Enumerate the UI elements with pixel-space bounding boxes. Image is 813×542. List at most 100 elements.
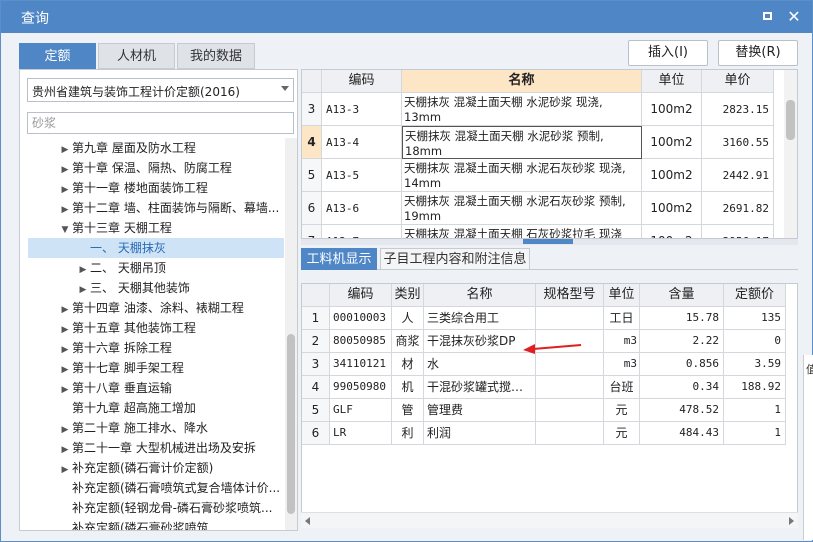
resource-grid-hscrollbar[interactable] [301,512,798,528]
expand-toggle-icon[interactable]: ▶ [58,180,72,200]
tree-item[interactable]: ▶ 补充定额(磷石膏计价定额) [28,458,284,478]
expand-toggle-icon[interactable]: ▶ [58,300,72,320]
expand-toggle-icon[interactable]: ▶ [76,280,90,300]
resource-unit-cell: 元 [604,399,640,422]
table-row[interactable]: 5 GLF 管管理费 元 478.52 1 [302,399,786,422]
expand-toggle-icon[interactable]: ▶ [58,380,72,400]
tree-item[interactable]: ▶ 第十二章 墙、柱面装饰与隔断、幕墙... [28,198,284,218]
tree-item[interactable]: ▶ 第十七章 脚手架工程 [28,358,284,378]
search-input[interactable] [27,112,294,134]
column-header[interactable]: 单位 [642,70,702,93]
table-row[interactable]: 5 A13-5 天棚抹灰 混凝土面天棚 水泥石灰砂浆 现浇, 14mm 100m2 24… [302,159,774,192]
row-index-header[interactable] [302,284,330,307]
quota-library-select[interactable]: 贵州省建筑与装饰工程计价定额(2016) [27,78,294,102]
tree-item[interactable]: ▶ 第九章 屋面及防水工程 [28,138,284,158]
quota-unit-cell: 100m2 [642,192,702,225]
insert-button[interactable]: 插入(I) [628,40,708,66]
quota-idx-cell: 4 [302,126,322,159]
expand-toggle-icon[interactable]: ▶ [58,340,72,360]
scroll-thumb[interactable] [786,100,795,140]
table-row[interactable]: 6 LR 利利润 元 484.43 1 [302,422,786,445]
splitter-grip[interactable] [523,239,573,244]
close-button[interactable]: ✕ [785,8,803,26]
tree-item[interactable]: ▶ 三、 天棚其他装饰 [28,278,284,298]
tree-item-label: 补充定额(磷石膏计价定额) [72,461,214,475]
tree-item[interactable]: ▶ 第十四章 油漆、涂料、裱糊工程 [28,298,284,318]
expand-toggle-icon[interactable]: ▶ [58,420,72,440]
tree-item[interactable]: ▶ 二、 天棚吊顶 [28,258,284,278]
table-row[interactable]: 3 34110121 材水 m3 0.856 3.59 [302,353,786,376]
column-header[interactable]: 含量 [640,284,724,307]
quota-unit-cell: 100m2 [642,93,702,126]
tree-item[interactable]: ▼ 第十三章 天棚工程 [28,218,284,238]
tree-item[interactable]: ▶ 第二十一章 大型机械进出场及安拆 [28,438,284,458]
title-bar[interactable]: 查询 ✕ [1,1,812,33]
column-header[interactable]: 定额价 [724,284,786,307]
expand-toggle-icon[interactable]: ▼ [58,220,72,240]
table-row[interactable]: 3 A13-3 天棚抹灰 混凝土面天棚 水泥砂浆 现浇, 13mm 100m2 2823… [302,93,774,126]
resource-name-cell: 三类综合用工 [424,307,536,330]
tree-item[interactable]: 补充定额(磷石膏喷筑式复合墙体计价... [28,478,284,498]
quota-name-cell: 天棚抹灰 混凝土面天棚 水泥石灰砂浆 现浇, 14mm [402,159,642,192]
expand-toggle-icon[interactable]: ▶ [58,460,72,480]
row-index-header[interactable] [302,70,322,93]
column-header[interactable]: 单价 [702,70,774,93]
expand-toggle-icon[interactable]: ▶ [58,200,72,220]
tree-item[interactable]: 第十九章 超高施工增加 [28,398,284,418]
table-row[interactable]: 4 A13-4 天棚抹灰 混凝土面天棚 水泥砂浆 预制, 18mm 100m2 3160… [302,126,774,159]
close-icon: ✕ [787,7,801,26]
tab-resource-display[interactable]: 工料机显示 [301,248,377,270]
tab-resources[interactable]: 人材机 [98,43,175,69]
tree-item[interactable]: ▶ 第十章 保温、隔热、防腐工程 [28,158,284,178]
table-row[interactable]: 6 A13-6 天棚抹灰 混凝土面天棚 水泥石灰砂浆 预制, 19mm 100m2 26… [302,192,774,225]
tab-work-content[interactable]: 子目工程内容和附注信息 [380,248,530,270]
tab-my-data[interactable]: 我的数据 [177,43,255,69]
resource-name-cell: 干混砂浆罐式搅… [424,376,536,399]
tree-item[interactable]: 一、 天棚抹灰 [28,238,284,258]
maximize-button[interactable] [758,8,776,26]
column-header[interactable]: 类别 [392,284,424,307]
scroll-right-icon[interactable] [789,517,794,525]
tree-item[interactable]: 补充定额(轻钢龙骨-磷石膏砂浆喷筑... [28,498,284,518]
tree-item-label: 第十章 保温、隔热、防腐工程 [72,161,232,175]
column-header[interactable]: 单位 [604,284,640,307]
expand-toggle-icon[interactable]: ▶ [58,440,72,460]
tree-item[interactable]: ▶ 第十一章 楼地面装饰工程 [28,178,284,198]
scroll-left-icon[interactable] [305,517,310,525]
scroll-thumb[interactable] [287,334,295,514]
resource-qty-cell: 0.856 [640,353,724,376]
tab-quota[interactable]: 定额 [19,43,96,69]
tree-item[interactable]: 补充定额(磷石膏砂浆喷筑... [28,518,284,530]
panel-splitter[interactable] [301,239,798,245]
resource-code-cell: 80050985 [330,330,392,353]
table-row[interactable]: 1 00010003 人三类综合用工 工日 15.78 135 [302,307,786,330]
tree-item[interactable]: ▶ 第十五章 其他装饰工程 [28,318,284,338]
column-header[interactable]: 规格型号 [536,284,604,307]
quota-code-cell: A13-4 [322,126,402,159]
column-header[interactable]: 名称 [402,70,642,93]
expand-toggle-icon[interactable]: ▶ [76,260,90,280]
tree-item[interactable]: ▶ 第十八章 垂直运输 [28,378,284,398]
resource-idx-cell: 1 [302,307,330,330]
tree-item-label: 第十六章 拆除工程 [72,341,172,355]
column-header[interactable]: 编码 [322,70,402,93]
tree-item[interactable]: ▶ 第二十章 施工排水、降水 [28,418,284,438]
resource-grid: 编码 类别 名称 规格型号 单位 含量 定额价 1 00010003 人三类综合用工 工日 15.78… [301,283,798,527]
expand-toggle-icon[interactable]: ▶ [58,140,72,160]
tree-item[interactable]: ▶ 第十六章 拆除工程 [28,338,284,358]
column-header[interactable]: 名称 [424,284,536,307]
tree-item-label: 第十九章 超高施工增加 [72,401,196,415]
table-row[interactable]: 7A13-7天棚抹灰 混凝土面天棚 石灰砂浆拉毛 现浇100m22956.17 [302,225,774,238]
column-header[interactable]: 编码 [330,284,392,307]
resource-code-cell: LR [330,422,392,445]
expand-toggle-icon[interactable]: ▶ [58,360,72,380]
table-row[interactable]: 4 99050980 机干混砂浆罐式搅… 台班 0.34 188.92 [302,376,786,399]
quota-grid-scrollbar[interactable] [784,70,797,238]
resource-price-cell: 0 [724,330,786,353]
expand-toggle-icon[interactable]: ▶ [58,160,72,180]
tree-scrollbar[interactable] [285,138,297,530]
replace-button[interactable]: 替换(R) [718,40,798,66]
expand-toggle-icon[interactable]: ▶ [58,320,72,340]
chevron-down-icon [281,86,289,91]
quota-unit-cell: 100m2 [642,159,702,192]
